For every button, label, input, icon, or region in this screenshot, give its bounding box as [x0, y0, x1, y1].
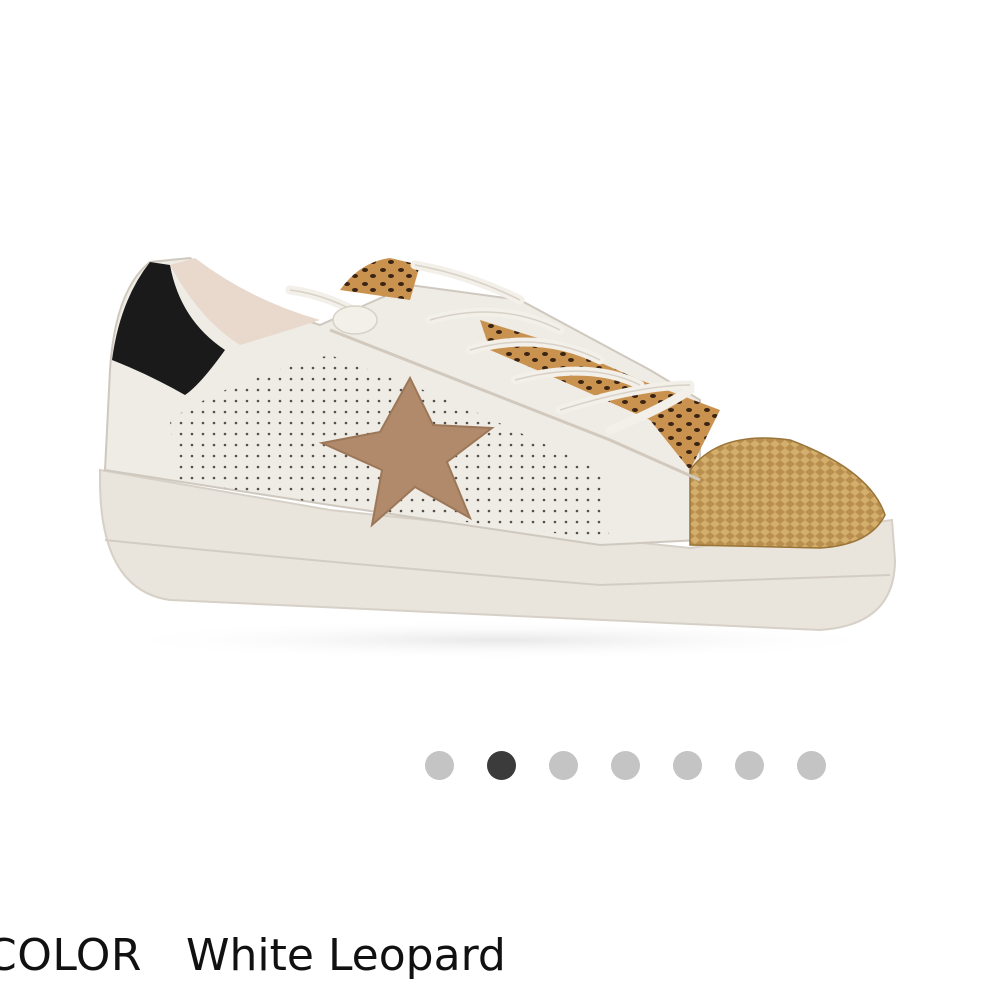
- carousel-dot-4[interactable]: [611, 751, 640, 780]
- product-image[interactable]: [0, 0, 1000, 720]
- carousel-dot-1[interactable]: [425, 751, 454, 780]
- image-carousel-dots: [425, 751, 826, 780]
- color-selector: COLOR White Leopard: [0, 930, 506, 981]
- carousel-dot-5[interactable]: [673, 751, 702, 780]
- toe-cap: [689, 437, 886, 549]
- carousel-dot-3[interactable]: [549, 751, 578, 780]
- carousel-dot-7[interactable]: [797, 751, 826, 780]
- carousel-dot-6[interactable]: [735, 751, 764, 780]
- color-value: White Leopard: [186, 930, 506, 981]
- product-page: COLOR White Leopard: [0, 0, 1000, 1000]
- color-label: COLOR: [0, 930, 143, 981]
- carousel-dot-2[interactable]: [487, 751, 516, 780]
